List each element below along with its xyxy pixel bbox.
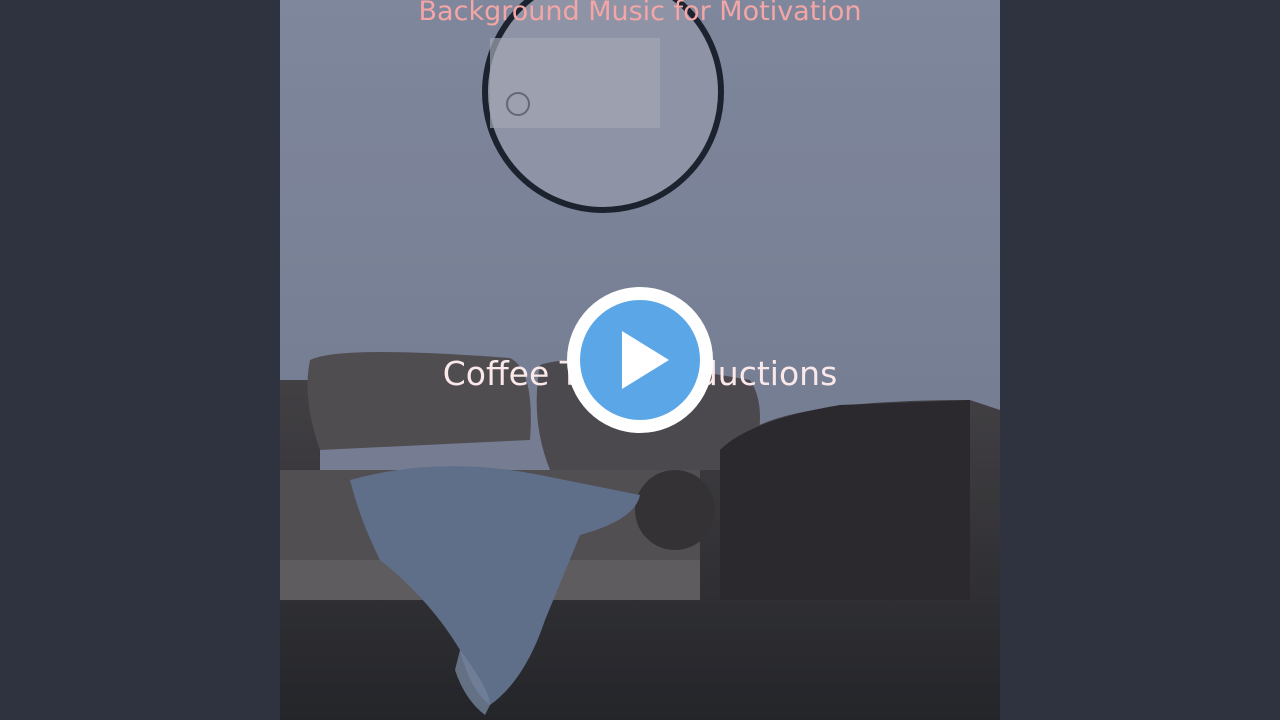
- video-player[interactable]: Background Music for Motivation Coffee T…: [0, 0, 1280, 720]
- play-icon: [622, 331, 669, 389]
- video-title-top: Background Music for Motivation: [418, 0, 862, 27]
- play-button[interactable]: [567, 287, 713, 433]
